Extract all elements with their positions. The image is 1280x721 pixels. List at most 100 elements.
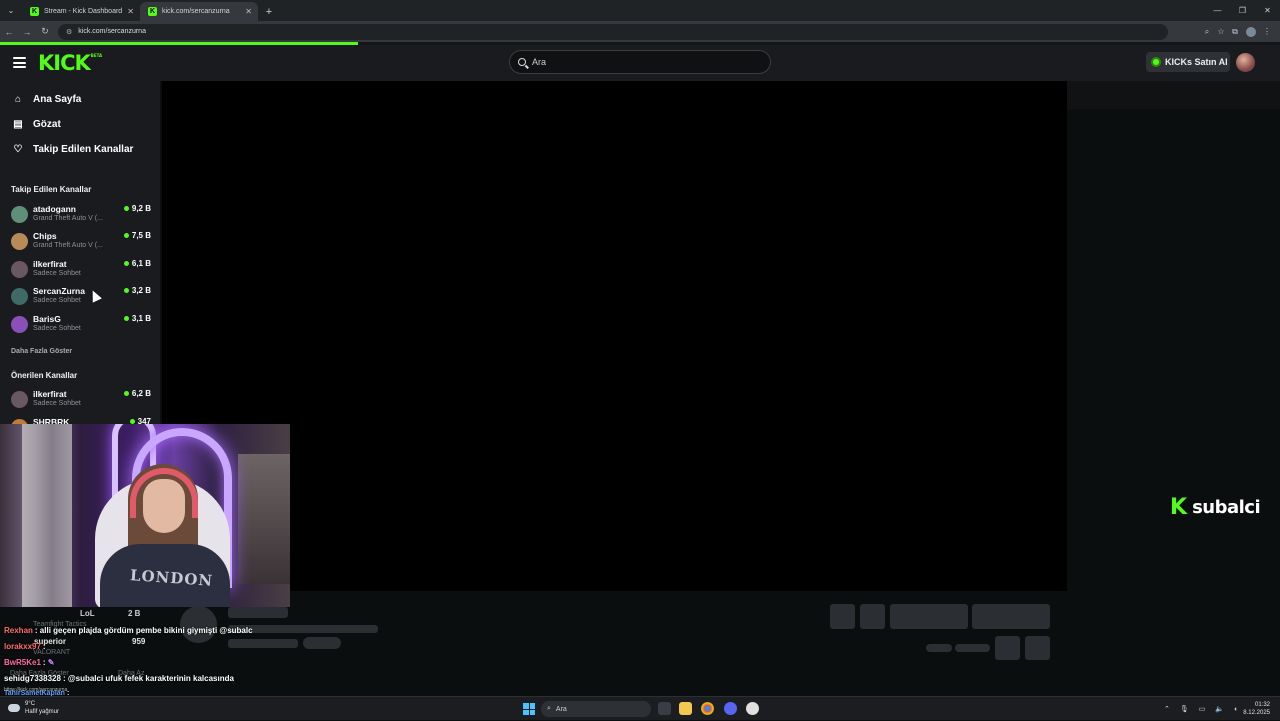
site-info-icon[interactable]: ⚙ <box>66 28 72 36</box>
sidebar-item-home[interactable]: ⌂ Ana Sayfa <box>12 94 81 105</box>
channel-name: atadogann <box>33 204 76 214</box>
chat-panel-header <box>1067 81 1280 109</box>
channel-name: ilkerfirat <box>33 389 67 399</box>
sidebar: ⌂ Ana Sayfa ▤ Gözat ♡ Takip Edilen Kanal… <box>0 81 160 426</box>
buy-kicks-label: KICKs Satın Al <box>1165 57 1228 67</box>
follow-button-skeleton <box>890 604 968 629</box>
close-window-icon[interactable]: ✕ <box>1255 0 1280 21</box>
tag-skeleton <box>303 637 341 649</box>
weather-temp: 9°C <box>25 701 36 707</box>
ghost-channel-name: LoL <box>80 609 95 618</box>
live-dot-icon <box>123 316 129 321</box>
sidebar-item-browse[interactable]: ▤ Gözat <box>12 119 61 130</box>
search-icon: ⌕ <box>547 705 551 712</box>
channel-avatar <box>11 206 28 223</box>
action-button-skeleton <box>830 604 855 629</box>
sidebar-item-label: Ana Sayfa <box>33 94 82 105</box>
browser-menu-icon[interactable]: ⋮ <box>1260 27 1274 36</box>
tray-app-icon[interactable]: ◐ <box>1234 706 1238 713</box>
bookmark-star-icon[interactable]: ☆ <box>1214 27 1228 36</box>
sidebar-item-following[interactable]: ♡ Takip Edilen Kanallar <box>12 144 134 155</box>
kick-favicon-icon: K <box>30 7 39 16</box>
url-text: kick.com/sercanzurna <box>78 28 146 35</box>
new-tab-button[interactable]: + <box>258 2 280 21</box>
user-avatar[interactable] <box>1236 53 1255 72</box>
tag-skeleton <box>228 639 298 648</box>
network-icon[interactable]: ▭ <box>1199 705 1206 713</box>
kick-k-logo-icon: K <box>1170 495 1188 520</box>
channel-category: Sadece Sohbet <box>33 270 81 277</box>
kick-logo[interactable]: KICKBETA <box>38 51 102 75</box>
watermark-channel-name: subalci <box>1192 497 1261 518</box>
search-input[interactable]: Ara <box>509 50 771 74</box>
tray-chevron-icon[interactable]: ⌃ <box>1164 705 1170 713</box>
weather-widget[interactable]: 9°C Hafif yağmur <box>8 700 59 716</box>
stat-skeleton <box>955 644 990 652</box>
title-skeleton <box>228 607 288 618</box>
close-tab-icon[interactable]: ✕ <box>127 7 134 16</box>
video-player[interactable] <box>162 81 1067 591</box>
back-arrow-icon[interactable]: ← <box>0 21 18 42</box>
browser-tab-bar: ⌄ K Stream - Kick Dashboard ✕ K kick.com… <box>0 0 1280 21</box>
channel-item[interactable]: ilkerfirat Sadece Sohbet 6,1 B <box>11 259 151 281</box>
browser-tab-channel[interactable]: K kick.com/sercanzurna ✕ <box>140 2 258 21</box>
channel-category: Sadece Sohbet <box>33 400 81 407</box>
channel-avatar <box>11 316 28 333</box>
chat-username: BwR5Ke1 <box>4 658 41 667</box>
reload-icon[interactable]: ↻ <box>36 21 54 42</box>
browser-tab-dashboard[interactable]: K Stream - Kick Dashboard ✕ <box>22 2 140 21</box>
chat-username: sehidg7338328 <box>4 674 61 683</box>
buy-kicks-button[interactable]: KICKs Satın Al <box>1146 52 1230 72</box>
home-icon: ⌂ <box>14 94 22 105</box>
discord-icon[interactable] <box>724 702 737 715</box>
webcam-overlay: LONDON <box>0 424 290 607</box>
live-dot-icon <box>123 391 129 396</box>
viewer-count: 6,2 B <box>123 389 151 398</box>
chrome-icon[interactable] <box>701 702 714 715</box>
heart-icon: ♡ <box>13 144 23 155</box>
streamer-avatar-skeleton <box>180 606 217 643</box>
chat-username: Rexhan <box>4 626 33 635</box>
browse-icon: ▤ <box>13 119 23 130</box>
microphone-icon[interactable]: 🎙 <box>1180 705 1189 713</box>
channel-category: Sadece Sohbet <box>33 297 81 304</box>
channel-item[interactable]: ilkerfirat Sadece Sohbet 6,2 B <box>11 389 151 411</box>
windows-taskbar: 9°C Hafif yağmur ⌕ Ara ⌃ 🎙 ▭ 🔈 ◐ 01:32 8… <box>0 696 1280 720</box>
chat-message: lorakxx97: <box>4 642 46 651</box>
taskbar-search-label: Ara <box>555 705 567 713</box>
channel-item[interactable]: SercanZurna Sadece Sohbet 3,2 B <box>11 286 151 308</box>
clock[interactable]: 01:32 8.12.2025 <box>1243 701 1270 717</box>
browser-profile-icon[interactable] <box>1246 26 1256 37</box>
windows-start-icon[interactable] <box>523 703 535 715</box>
url-field[interactable]: ⚙ kick.com/sercanzurna <box>58 23 1168 40</box>
menu-hamburger-icon[interactable] <box>13 57 26 68</box>
system-tray: ⌃ 🎙 ▭ 🔈 ◐ 01:32 8.12.2025 <box>1159 697 1280 721</box>
tab-title: kick.com/sercanzurna <box>162 8 230 15</box>
volume-icon[interactable]: 🔈 <box>1215 705 1224 713</box>
task-view-icon[interactable] <box>658 702 671 715</box>
viewer-count: 6,1 B <box>123 259 151 268</box>
tab-search-icon[interactable]: ⌄ <box>0 0 22 21</box>
close-tab-icon[interactable]: ✕ <box>245 7 252 16</box>
chat-username: lorakxx97 <box>4 642 41 651</box>
minimize-icon[interactable]: — <box>1205 0 1230 21</box>
emote-icon: ✎ <box>47 658 55 667</box>
extensions-icon[interactable]: ⧉ <box>1228 27 1242 37</box>
live-dot-icon <box>123 261 129 266</box>
cloud-rain-icon <box>8 704 20 712</box>
site-header: KICKBETA Ara KICKs Satın Al <box>0 45 1280 81</box>
channel-avatar <box>11 391 28 408</box>
app-icon[interactable] <box>746 702 759 715</box>
channel-item[interactable]: BarisG Sadece Sohbet 3,1 B <box>11 314 151 336</box>
channel-item[interactable]: atadogann Grand Theft Auto V (... 9,2 B <box>11 204 151 226</box>
zoom-icon[interactable]: ⌕ <box>1200 27 1214 37</box>
sidebar-item-label: Gözat <box>33 119 61 130</box>
forward-arrow-icon[interactable]: → <box>18 21 36 42</box>
maximize-icon[interactable]: ❐ <box>1230 0 1255 21</box>
channel-category: Sadece Sohbet <box>33 325 81 332</box>
file-explorer-icon[interactable] <box>679 702 692 715</box>
taskbar-search[interactable]: ⌕ Ara <box>541 701 651 717</box>
show-more-link[interactable]: Daha Fazla Göster <box>11 348 72 355</box>
channel-item[interactable]: Chips Grand Theft Auto V (... 7,5 B <box>11 231 151 253</box>
channel-category: Grand Theft Auto V (... <box>33 215 103 222</box>
